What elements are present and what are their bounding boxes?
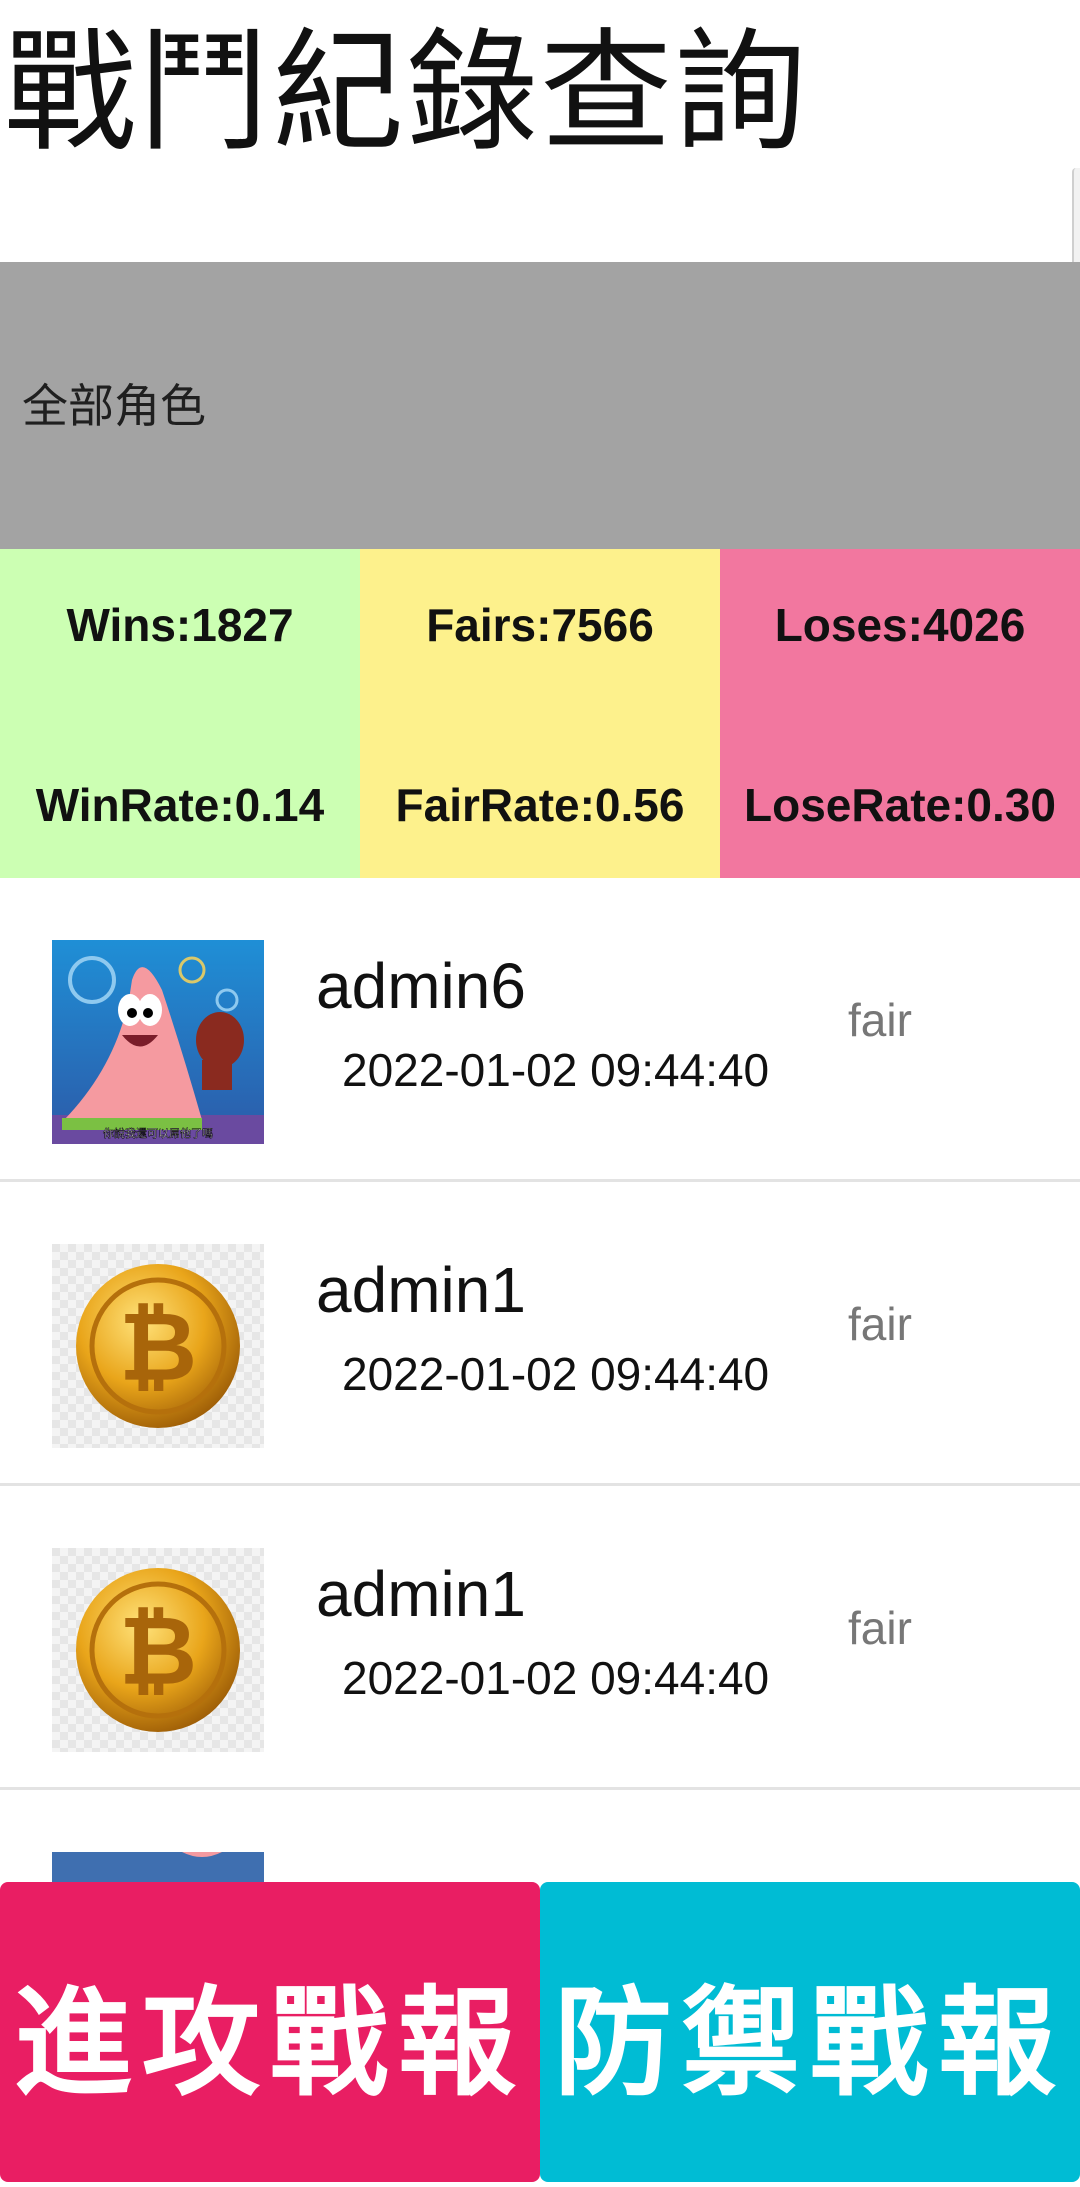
svg-text:你說我還可以屌他了嗎: 你說我還可以屌他了嗎	[103, 1126, 213, 1140]
svg-text:₿: ₿	[119, 1291, 197, 1403]
cartoon-character-avatar: 你說我還可以屌他了嗎	[52, 940, 264, 1144]
record-result: fair	[848, 1298, 912, 1350]
loses-panel: Loses:4026 LoseRate:0.30	[720, 549, 1080, 878]
bitcoin-avatar: ₿	[52, 1244, 264, 1448]
fairs-count: Fairs:7566	[426, 599, 654, 651]
list-item[interactable]: ₿ admin1 2022-01-02 09:44:40 fair	[0, 1182, 1080, 1486]
loses-count: Loses:4026	[774, 599, 1026, 651]
report-actions: 進攻戰報 防禦戰報	[0, 1882, 1080, 2187]
record-timestamp: 2022-01-02 09:44:40	[342, 1652, 770, 1704]
list-item[interactable]	[0, 1790, 1080, 1883]
record-timestamp: 2022-01-02 09:44:40	[342, 1044, 770, 1096]
character-filter-dropdown[interactable]: 全部角色	[0, 262, 1080, 549]
attack-report-button[interactable]: 進攻戰報	[0, 1882, 540, 2182]
battle-record-list[interactable]: 你說我還可以屌他了嗎 admin6 2022-01-02 09:44:40 fa…	[0, 878, 1080, 1883]
win-rate: WinRate:0.14	[35, 779, 325, 831]
wins-count: Wins:1827	[66, 599, 294, 651]
wins-panel: Wins:1827 WinRate:0.14	[0, 549, 360, 878]
lose-rate: LoseRate:0.30	[744, 779, 1056, 831]
fair-rate: FairRate:0.56	[395, 779, 685, 831]
filter-selected-label: 全部角色	[22, 379, 206, 433]
stats-summary: Wins:1827 WinRate:0.14 Fairs:7566 FairRa…	[0, 549, 1080, 878]
record-player-name: admin6	[316, 950, 526, 1022]
page-title: 戰鬥紀錄查詢	[4, 16, 808, 170]
defense-report-button[interactable]: 防禦戰報	[540, 1882, 1080, 2182]
record-player-name: admin1	[316, 1558, 526, 1630]
list-item[interactable]: ₿ admin1 2022-01-02 09:44:40 fair	[0, 1486, 1080, 1790]
record-result: fair	[848, 994, 912, 1046]
record-player-name: admin1	[316, 1254, 526, 1326]
list-item[interactable]: 你說我還可以屌他了嗎 admin6 2022-01-02 09:44:40 fa…	[0, 878, 1080, 1182]
record-timestamp: 2022-01-02 09:44:40	[342, 1348, 770, 1400]
svg-text:₿: ₿	[119, 1595, 197, 1707]
bitcoin-avatar: ₿	[52, 1548, 264, 1752]
fairs-panel: Fairs:7566 FairRate:0.56	[360, 549, 720, 878]
record-result: fair	[848, 1602, 912, 1654]
cartoon-character-avatar	[52, 1852, 264, 1883]
